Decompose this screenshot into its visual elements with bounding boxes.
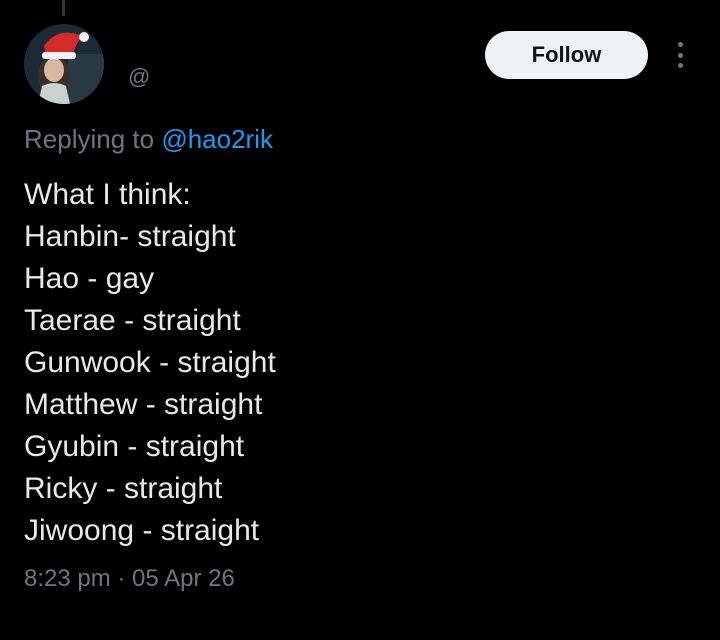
more-dot [677, 63, 683, 68]
thread-connector-line [62, 0, 65, 16]
replying-to-label: Replying to [24, 124, 162, 154]
tweet-text-line: Taerae - straight [24, 304, 241, 337]
tweet-timestamp[interactable]: 8:23 pm · 05 Apr 26 [24, 565, 235, 593]
more-dot [677, 42, 683, 47]
tweet-text-line: Matthew - straight [24, 388, 263, 421]
author-handle[interactable]: @ [128, 64, 150, 90]
tweet-text-line: Ricky - straight [24, 472, 223, 505]
tweet-text-line: Hanbin- straight [24, 220, 236, 253]
tweet-text-line: Jiwoong - straight [24, 514, 260, 547]
avatar[interactable] [24, 24, 104, 104]
tweet-text-line: What I think: [24, 178, 191, 211]
replying-to: Replying to @hao2rik [24, 124, 273, 155]
santa-hat-avatar-image [24, 24, 104, 104]
tweet-text-line: Hao - gay [24, 262, 155, 295]
reply-mention-link[interactable]: @hao2rik [161, 124, 273, 154]
more-dot [677, 52, 683, 58]
tweet-text-line: Gunwook - straight [24, 346, 276, 379]
more-vertical-icon[interactable] [666, 40, 694, 70]
tweet-text-line: Gyubin - straight [24, 430, 245, 463]
tweet-text: What I think: Hanbin- straight Hao - gay… [24, 174, 276, 552]
follow-button[interactable]: Follow [485, 31, 648, 79]
